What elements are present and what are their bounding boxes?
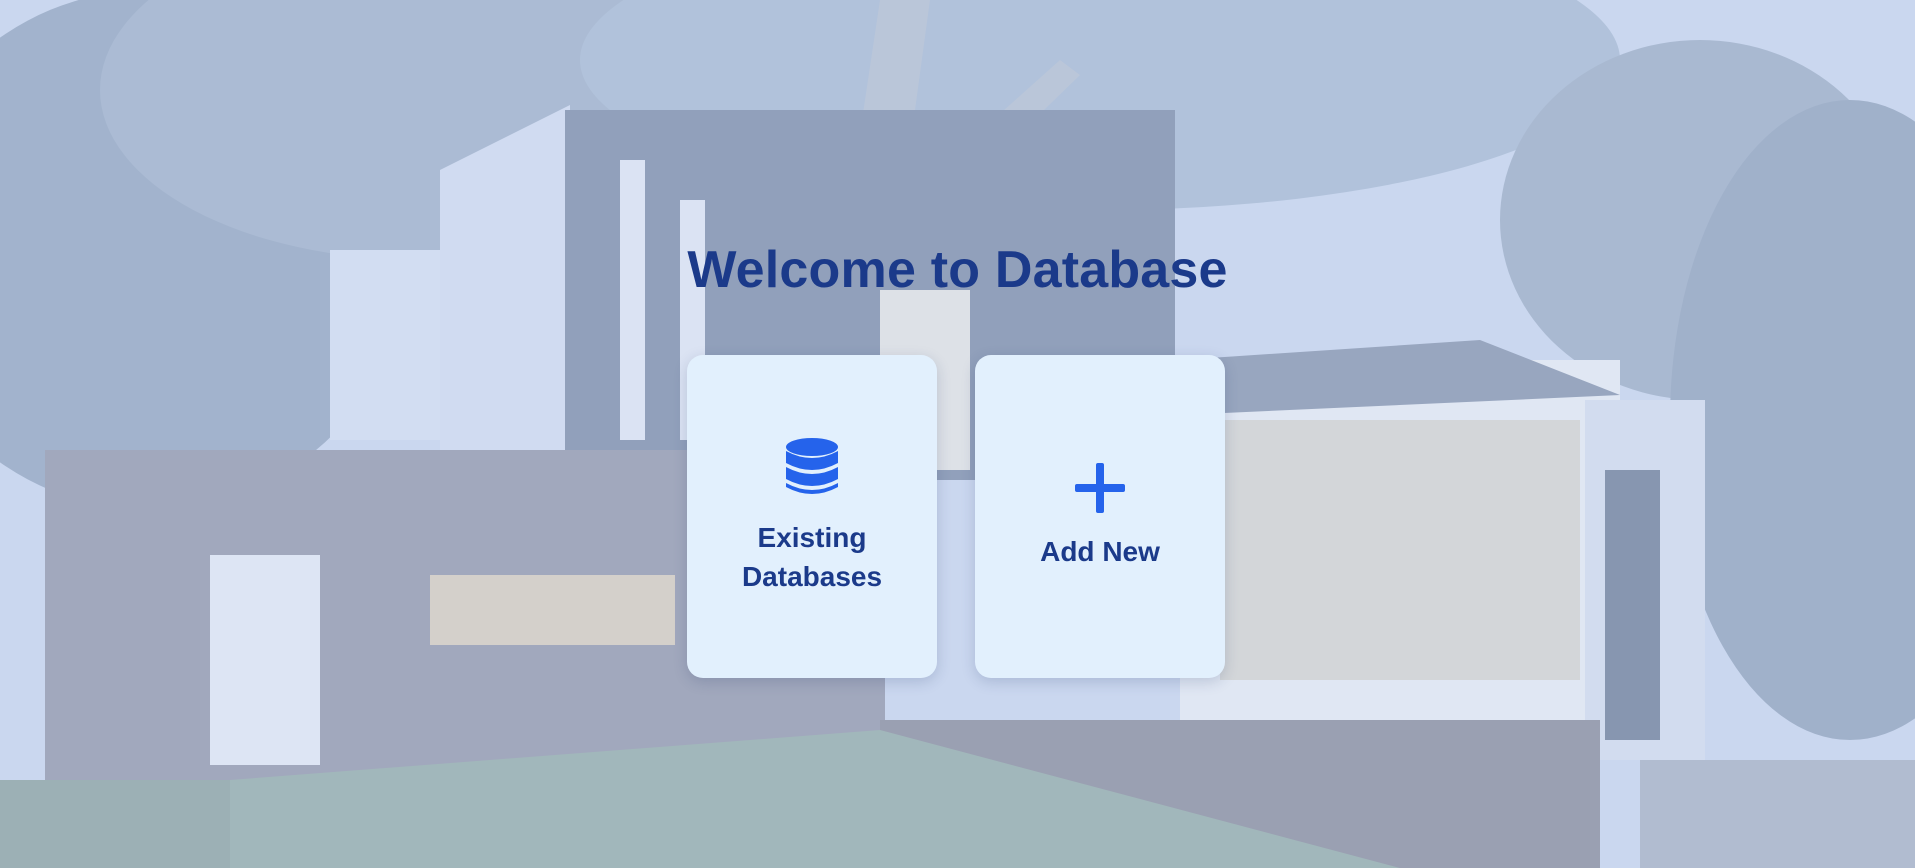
welcome-screen: Welcome to Database Existing Databases A… — [0, 0, 1915, 868]
database-icon — [784, 437, 840, 504]
page-title: Welcome to Database — [687, 241, 1228, 299]
add-new-label: Add New — [1040, 535, 1160, 567]
existing-databases-label: Existing Databases — [741, 522, 883, 592]
card-group: Existing Databases Add New — [687, 355, 1225, 678]
plus-icon — [1075, 462, 1125, 518]
add-new-card[interactable]: Add New — [975, 355, 1225, 678]
existing-databases-card[interactable]: Existing Databases — [687, 355, 937, 678]
